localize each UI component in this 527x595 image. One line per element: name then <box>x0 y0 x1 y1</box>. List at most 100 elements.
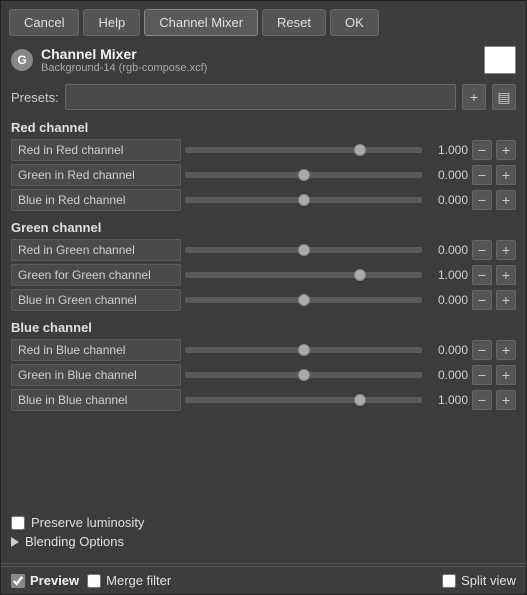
channel-value: 1.000 <box>426 143 468 157</box>
channel-row: Green in Blue channel0.000−+ <box>11 364 516 386</box>
channel-row: Red in Green channel0.000−+ <box>11 239 516 261</box>
blue-channel-rows: Red in Blue channel0.000−+Green in Blue … <box>11 339 516 411</box>
dialog-title: Channel Mixer <box>41 46 476 62</box>
presets-row: Presets: + ▤ <box>1 80 526 114</box>
channel-value: 1.000 <box>426 393 468 407</box>
channel-slider-wrap <box>185 190 422 210</box>
channel-value: 0.000 <box>426 193 468 207</box>
channel-label: Green for Green channel <box>11 264 181 286</box>
decrement-button[interactable]: − <box>472 390 492 410</box>
channel-slider-wrap <box>185 240 422 260</box>
preserve-luminosity-label: Preserve luminosity <box>31 515 144 530</box>
channel-row: Green in Red channel0.000−+ <box>11 164 516 186</box>
channel-label: Red in Red channel <box>11 139 181 161</box>
split-view-checkbox[interactable] <box>442 574 456 588</box>
footer-divider <box>1 563 526 564</box>
channel-value: 0.000 <box>426 343 468 357</box>
increment-button[interactable]: + <box>496 265 516 285</box>
decrement-button[interactable]: − <box>472 290 492 310</box>
decrement-button[interactable]: − <box>472 240 492 260</box>
merge-filter-label: Merge filter <box>106 573 171 588</box>
presets-menu-button[interactable]: ▤ <box>492 84 516 110</box>
channel-value: 1.000 <box>426 268 468 282</box>
channel-slider[interactable] <box>185 147 422 153</box>
channel-slider-wrap <box>185 165 422 185</box>
merge-filter-checkbox[interactable] <box>87 574 101 588</box>
increment-button[interactable]: + <box>496 390 516 410</box>
green-channel-rows: Red in Green channel0.000−+ Green for Gre… <box>11 239 516 311</box>
preserve-luminosity-checkbox[interactable] <box>11 516 25 530</box>
increment-button[interactable]: + <box>496 290 516 310</box>
blending-options-row[interactable]: Blending Options <box>11 534 516 549</box>
decrement-button[interactable]: − <box>472 365 492 385</box>
file-subtitle: Background-14 (rgb-compose.xcf) <box>41 62 476 74</box>
help-button[interactable]: Help <box>83 9 140 36</box>
decrement-button[interactable]: − <box>472 190 492 210</box>
channel-row: Red in Blue channel 0.000−+ <box>11 339 516 361</box>
channel-slider-wrap <box>185 340 422 360</box>
split-view-label: Split view <box>461 573 516 588</box>
decrement-button[interactable]: − <box>472 265 492 285</box>
expand-icon <box>11 537 19 547</box>
channel-slider-wrap <box>185 290 422 310</box>
presets-add-button[interactable]: + <box>462 84 486 110</box>
channel-row: Green for Green channel 1.000−+ <box>11 264 516 286</box>
ok-button[interactable]: OK <box>330 9 379 36</box>
merge-filter-item: Merge filter <box>87 573 171 588</box>
preview-label: Preview <box>30 573 79 588</box>
preview-item: Preview <box>11 573 79 588</box>
increment-button[interactable]: + <box>496 140 516 160</box>
increment-button[interactable]: + <box>496 365 516 385</box>
channel-slider[interactable] <box>185 197 422 203</box>
red-channel-rows: Red in Red channel1.000−+Green in Red ch… <box>11 139 516 211</box>
presets-select[interactable] <box>65 84 456 110</box>
increment-button[interactable]: + <box>496 165 516 185</box>
increment-button[interactable]: + <box>496 190 516 210</box>
header-text: Channel Mixer Background-14 (rgb-compose… <box>41 46 476 74</box>
decrement-button[interactable]: − <box>472 340 492 360</box>
split-view-item: Split view <box>442 573 516 588</box>
preserve-row: Preserve luminosity <box>11 515 516 530</box>
channel-slider[interactable] <box>185 247 422 253</box>
cancel-button[interactable]: Cancel <box>9 9 79 36</box>
toolbar: Cancel Help Channel Mixer Reset OK <box>1 1 526 42</box>
channel-row: Blue in Green channel 0.000−+ <box>11 289 516 311</box>
blending-options-label: Blending Options <box>25 534 124 549</box>
channel-label: Red in Blue channel <box>11 339 181 361</box>
color-swatch <box>484 46 516 74</box>
bottom-controls: Preserve luminosity Blending Options <box>1 511 526 561</box>
channel-value: 0.000 <box>426 293 468 307</box>
reset-button[interactable]: Reset <box>262 9 326 36</box>
channel-slider-wrap <box>185 390 422 410</box>
preview-checkbox[interactable] <box>11 574 25 588</box>
presets-label: Presets: <box>11 90 59 105</box>
app-icon: G <box>11 49 33 71</box>
channel-label: Blue in Red channel <box>11 189 181 211</box>
increment-button[interactable]: + <box>496 340 516 360</box>
channel-label: Blue in Blue channel <box>11 389 181 411</box>
channel-slider-wrap <box>185 365 422 385</box>
channel-slider[interactable] <box>185 297 422 303</box>
channel-label: Blue in Green channel <box>11 289 181 311</box>
red-channel-header: Red channel <box>11 114 516 139</box>
green-channel-header: Green channel <box>11 214 516 239</box>
channel-label: Green in Red channel <box>11 164 181 186</box>
channel-mixer-button[interactable]: Channel Mixer <box>144 9 258 36</box>
channel-row: Blue in Red channel 0.000−+ <box>11 189 516 211</box>
channel-label: Green in Blue channel <box>11 364 181 386</box>
increment-button[interactable]: + <box>496 240 516 260</box>
channel-slider-wrap <box>185 140 422 160</box>
channel-row: Blue in Blue channel 1.000−+ <box>11 389 516 411</box>
channel-slider[interactable] <box>185 397 422 403</box>
decrement-button[interactable]: − <box>472 165 492 185</box>
channel-row: Red in Red channel 1.000−+ <box>11 139 516 161</box>
channel-slider[interactable] <box>185 272 422 278</box>
channel-slider[interactable] <box>185 347 422 353</box>
header: G Channel Mixer Background-14 (rgb-compo… <box>1 42 526 80</box>
channel-slider[interactable] <box>185 172 422 178</box>
channel-value: 0.000 <box>426 243 468 257</box>
decrement-button[interactable]: − <box>472 140 492 160</box>
blue-channel-header: Blue channel <box>11 314 516 339</box>
footer: Preview Merge filter Split view <box>1 566 526 594</box>
channel-slider[interactable] <box>185 372 422 378</box>
